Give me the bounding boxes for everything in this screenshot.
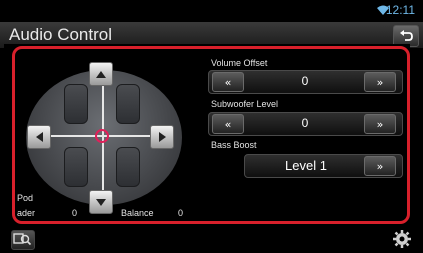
fader-up-button[interactable] [89, 62, 113, 86]
pod-label: Pod [17, 193, 34, 203]
back-icon [400, 30, 413, 41]
bass-boost-label: Bass Boost [211, 140, 257, 150]
gear-icon[interactable] [392, 229, 412, 249]
balance-left-button[interactable] [27, 125, 51, 149]
subwoofer-level-label: Subwoofer Level [211, 99, 279, 109]
seat-front-left [64, 84, 88, 124]
seat-front-right [116, 84, 140, 124]
seat-rear-left [64, 147, 88, 187]
search-music-icon [13, 233, 32, 246]
volume-offset-increase-button[interactable]: » [364, 72, 396, 92]
arrow-up-icon [96, 70, 106, 78]
volume-offset-value: 0 [301, 74, 309, 88]
subwoofer-level-increase-button[interactable]: » [364, 114, 396, 134]
bass-boost-next-button[interactable]: » [364, 156, 396, 176]
volume-offset-decrease-button[interactable]: « [212, 72, 244, 92]
page-title: Audio Control [9, 25, 113, 44]
fader-value: 0 [72, 208, 78, 218]
arrow-left-icon [35, 132, 43, 142]
fader-label: ader [17, 208, 36, 218]
seat-rear-right [116, 147, 140, 187]
arrow-down-icon [96, 198, 106, 206]
bottom-bar [0, 226, 423, 253]
arrow-right-icon [158, 132, 166, 142]
balance-value: 0 [178, 208, 184, 218]
position-target-marker[interactable] [95, 129, 109, 143]
subwoofer-level-decrease-button[interactable]: « [212, 114, 244, 134]
bass-boost-value: Level 1 [285, 158, 327, 173]
clock: 12:11 [385, 3, 415, 17]
search-music-button[interactable] [11, 230, 35, 250]
balance-right-button[interactable] [150, 125, 174, 149]
status-bar [0, 0, 423, 22]
balance-label: Balance [121, 208, 154, 218]
volume-offset-label: Volume Offset [211, 58, 268, 68]
fader-down-button[interactable] [89, 190, 113, 214]
subwoofer-level-value: 0 [301, 116, 309, 130]
